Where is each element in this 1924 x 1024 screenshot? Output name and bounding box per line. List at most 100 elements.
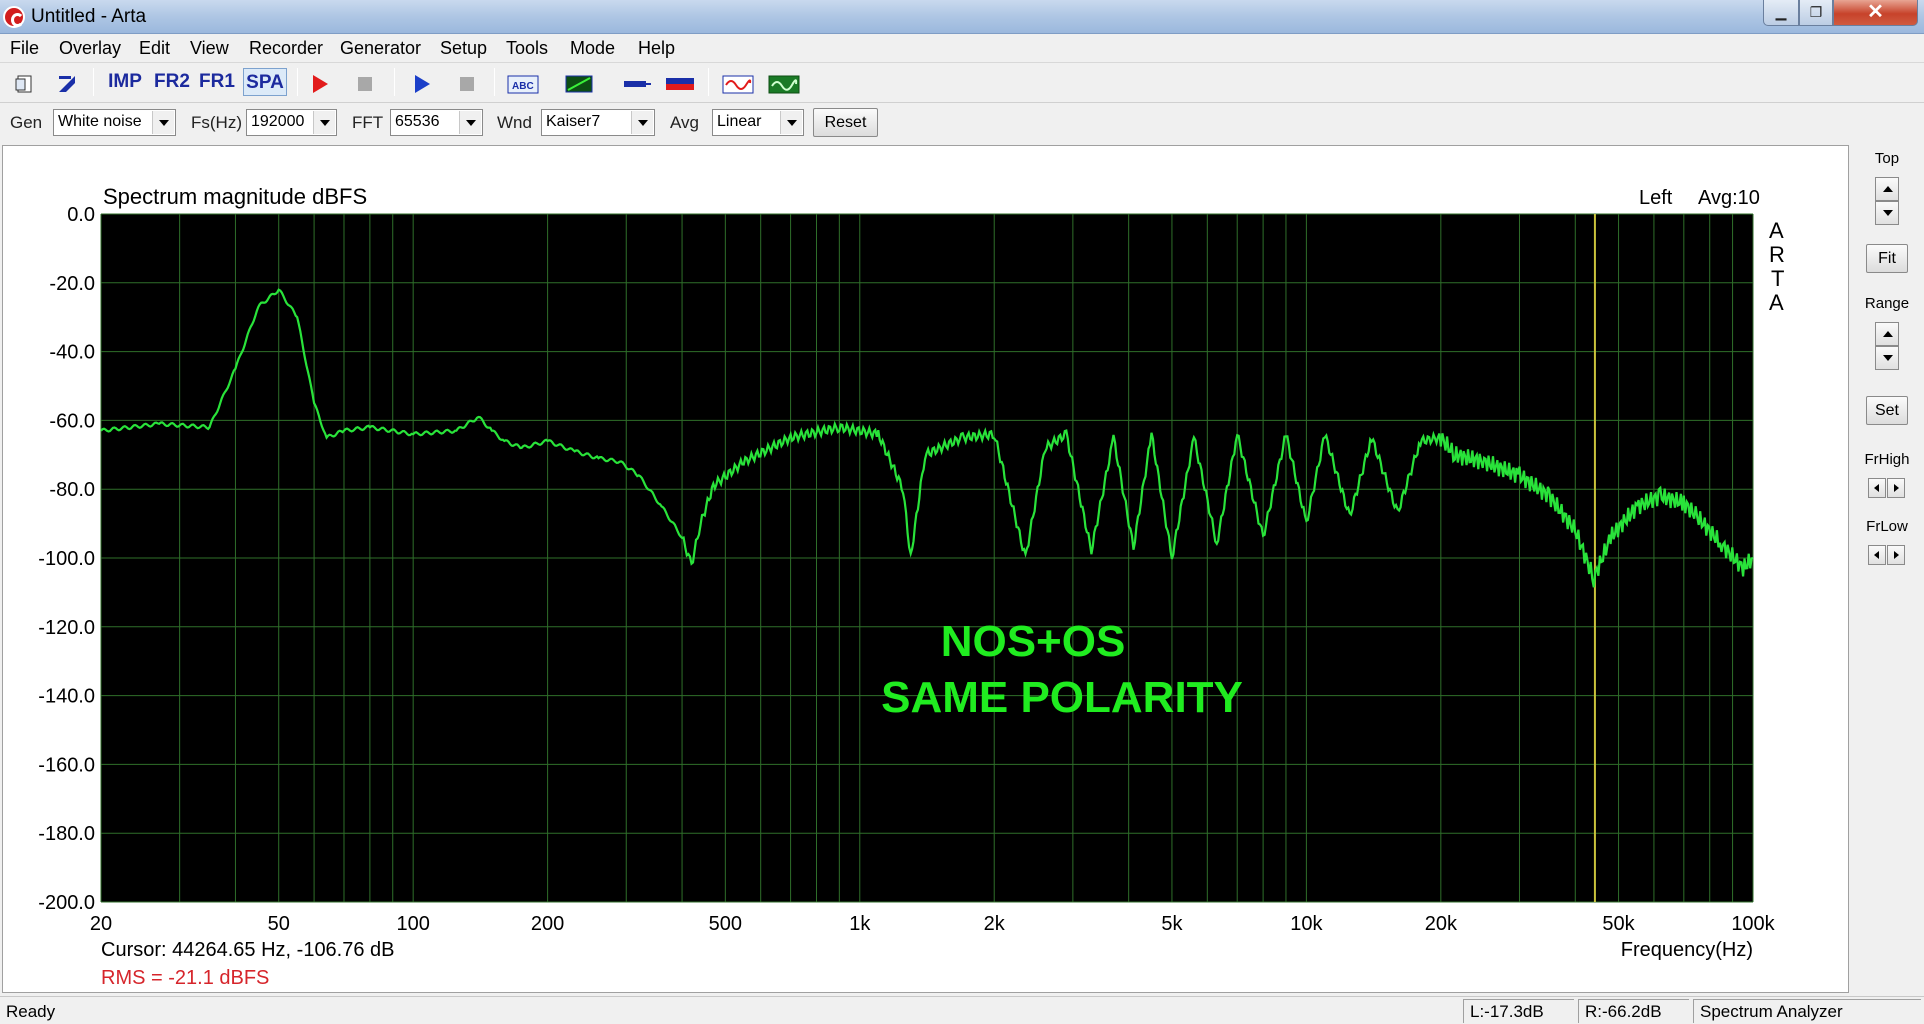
chevron-down-icon[interactable] bbox=[459, 111, 481, 134]
maximize-button[interactable]: ❐ bbox=[1799, 0, 1833, 26]
menu-setup[interactable]: Setup bbox=[440, 38, 487, 59]
menu-tools[interactable]: Tools bbox=[506, 38, 548, 59]
y-tick-label: -180.0 bbox=[38, 823, 95, 845]
chevron-down-icon[interactable] bbox=[152, 111, 174, 134]
set-button[interactable]: Set bbox=[1866, 396, 1908, 425]
chart-title: Spectrum magnitude dBFS bbox=[103, 184, 367, 209]
menu-help[interactable]: Help bbox=[638, 38, 675, 59]
menu-overlay[interactable]: Overlay bbox=[59, 38, 121, 59]
color-bar-icon[interactable] bbox=[665, 73, 695, 95]
y-tick-label: -40.0 bbox=[49, 342, 95, 364]
window-function-select-value: Kaiser7 bbox=[546, 113, 601, 130]
window-function-select[interactable]: Kaiser7 bbox=[541, 109, 655, 136]
y-tick-label: 0.0 bbox=[67, 204, 95, 226]
arta-app-icon bbox=[3, 6, 25, 28]
mode-indicator: Spectrum Analyzer bbox=[1693, 999, 1921, 1023]
y-tick-label: -200.0 bbox=[38, 892, 95, 914]
fft-size-select-value: 65536 bbox=[395, 113, 440, 130]
frlow-left-button[interactable] bbox=[1868, 545, 1886, 565]
x-tick-label: 100 bbox=[396, 913, 429, 935]
y-tick-label: -140.0 bbox=[38, 686, 95, 708]
fit-button[interactable]: Fit bbox=[1866, 244, 1908, 273]
fft-label: FFT bbox=[352, 113, 384, 132]
fr1-mode-button[interactable]: FR1 bbox=[197, 68, 237, 96]
menu-recorder[interactable]: Recorder bbox=[249, 38, 323, 59]
arta-watermark-letter: T bbox=[1771, 266, 1784, 291]
y-tick-label: -80.0 bbox=[49, 479, 95, 501]
average-count: Avg:10 bbox=[1698, 187, 1760, 209]
y-tick-label: -160.0 bbox=[38, 754, 95, 776]
right-level-indicator: R:-66.2dB bbox=[1578, 999, 1689, 1023]
stop-icon[interactable] bbox=[354, 73, 376, 95]
frhigh-label: FrHigh bbox=[1864, 451, 1910, 468]
cursor-readout: Cursor: 44264.65 Hz, -106.76 dB bbox=[101, 939, 395, 961]
minimize-button[interactable]: ▁ bbox=[1763, 0, 1799, 26]
chevron-down-icon[interactable] bbox=[631, 111, 653, 134]
range-up-button[interactable] bbox=[1875, 322, 1899, 346]
stop-icon[interactable] bbox=[456, 73, 478, 95]
chevron-down-icon[interactable] bbox=[313, 111, 335, 134]
imp-mode-button[interactable]: IMP bbox=[103, 68, 147, 96]
sample-rate-select-value: 192000 bbox=[251, 113, 305, 130]
sample-rate-select[interactable]: 192000 bbox=[246, 109, 337, 136]
avg-label: Avg bbox=[670, 113, 699, 132]
arta-watermark-letter: A bbox=[1769, 290, 1784, 315]
generator-select-value: White noise bbox=[58, 113, 142, 130]
toolbar-separator bbox=[394, 68, 395, 96]
settings-bar: Gen White noise Fs(Hz) 192000 FFT 65536 … bbox=[0, 104, 1924, 142]
grid-icon[interactable] bbox=[565, 73, 593, 95]
arta-watermark-letter: A bbox=[1769, 218, 1784, 243]
x-tick-label: 10k bbox=[1290, 913, 1323, 935]
wnd-label: Wnd bbox=[497, 113, 532, 132]
menu-edit[interactable]: Edit bbox=[139, 38, 170, 59]
top-down-button[interactable] bbox=[1875, 201, 1899, 225]
range-down-button[interactable] bbox=[1875, 346, 1899, 370]
new-document-icon[interactable] bbox=[14, 73, 36, 95]
frlow-right-button[interactable] bbox=[1887, 545, 1905, 565]
x-tick-label: 100k bbox=[1731, 913, 1775, 935]
status-ready: Ready bbox=[6, 1002, 56, 1021]
fft-size-select[interactable]: 65536 bbox=[390, 109, 483, 136]
x-tick-label: 2k bbox=[984, 913, 1006, 935]
x-tick-label: 20 bbox=[90, 913, 112, 935]
spectrum-chart[interactable]: Spectrum magnitude dBFS Left Avg:10 0.0 -… bbox=[3, 146, 1848, 992]
averaging-select-value: Linear bbox=[717, 113, 762, 130]
record-icon[interactable] bbox=[308, 73, 330, 95]
menu-generator[interactable]: Generator bbox=[340, 38, 421, 59]
toolbar-separator bbox=[494, 68, 495, 96]
toolbar-separator bbox=[297, 68, 298, 96]
gen-label: Gen bbox=[10, 113, 43, 132]
menu-file[interactable]: File bbox=[10, 38, 39, 59]
frhigh-left-button[interactable] bbox=[1868, 478, 1886, 498]
annotation-nos-os: NOS+OS bbox=[941, 617, 1126, 666]
toolbar: IMP FR2 FR1 SPA ABC bbox=[0, 64, 1924, 103]
x-tick-label: 200 bbox=[531, 913, 564, 935]
y-tick-label: -60.0 bbox=[49, 410, 95, 432]
top-up-button[interactable] bbox=[1875, 177, 1899, 201]
top-label: Top bbox=[1874, 150, 1900, 167]
status-bar: Ready L:-17.3dB R:-66.2dB Spectrum Analy… bbox=[0, 996, 1924, 1024]
averaging-select[interactable]: Linear bbox=[712, 109, 804, 136]
menu-mode[interactable]: Mode bbox=[570, 38, 615, 59]
fr2-mode-button[interactable]: FR2 bbox=[152, 68, 192, 96]
spa-mode-button[interactable]: SPA bbox=[243, 68, 287, 96]
y-tick-label: -20.0 bbox=[49, 273, 95, 295]
y-tick-label: -100.0 bbox=[38, 548, 95, 570]
chevron-down-icon[interactable] bbox=[780, 111, 802, 134]
generator-select[interactable]: White noise bbox=[53, 109, 176, 136]
open-icon[interactable] bbox=[56, 73, 78, 95]
frhigh-right-button[interactable] bbox=[1887, 478, 1905, 498]
oscilloscope-icon[interactable] bbox=[768, 73, 800, 95]
x-tick-label: 1k bbox=[849, 913, 871, 935]
close-button[interactable]: ✕ bbox=[1833, 0, 1918, 26]
toolbar-separator bbox=[708, 68, 709, 96]
channel-label: Left bbox=[1639, 187, 1673, 209]
probe-icon[interactable] bbox=[622, 73, 652, 95]
text-abc-icon[interactable]: ABC bbox=[507, 73, 539, 95]
sine-generator-icon[interactable] bbox=[722, 73, 754, 95]
menu-view[interactable]: View bbox=[190, 38, 229, 59]
play-icon[interactable] bbox=[410, 73, 432, 95]
annotation-same-polarity: SAME POLARITY bbox=[881, 673, 1243, 722]
reset-button[interactable]: Reset bbox=[813, 108, 878, 137]
menu-bar: File Overlay Edit View Recorder Generato… bbox=[0, 34, 1924, 63]
